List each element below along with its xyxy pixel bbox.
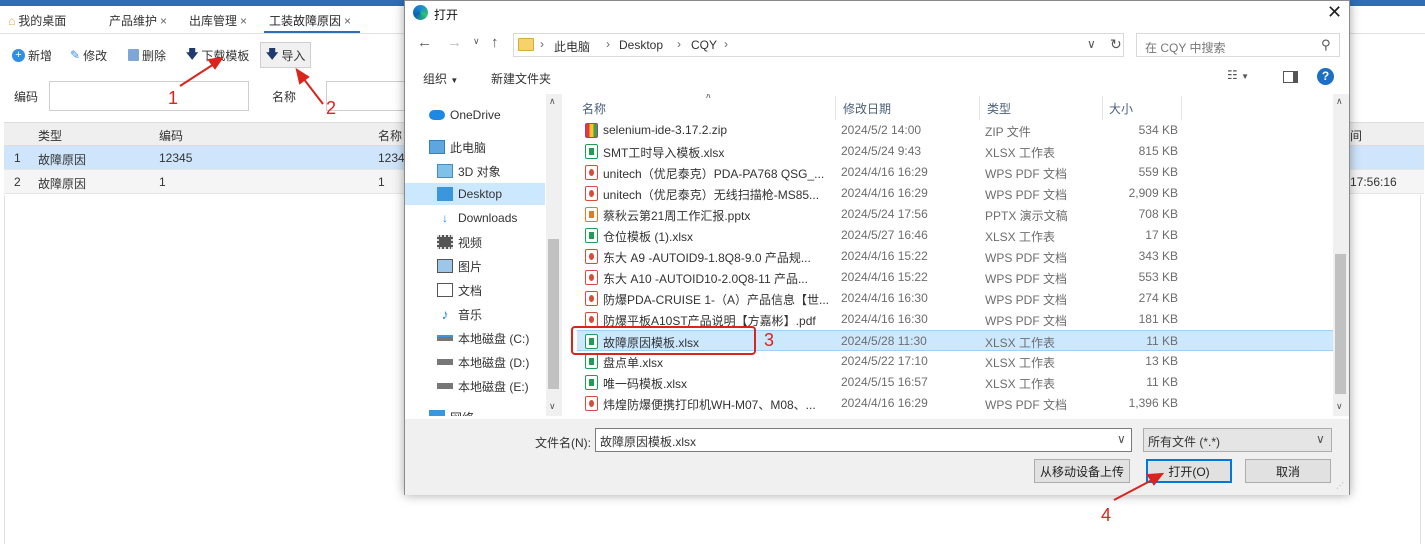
annotation-arrow — [1113, 479, 1153, 501]
annotation-arrowhead — [1146, 472, 1165, 486]
annotation-overlay — [179, 56, 1165, 501]
annotation-highlight-box — [571, 326, 756, 355]
app-root: ⌂ 我的桌面 产品维护 × 出库管理 × 工装故障原因 × + 新增 ✎ 修改 删除 🡇 下载… — [0, 0, 1425, 544]
annotation-arrow — [179, 63, 215, 87]
annotation-number: 4 — [1101, 505, 1112, 525]
annotation-number: 2 — [326, 98, 337, 118]
annotation-number: 3 — [764, 330, 775, 350]
annotation-number: 1 — [168, 88, 179, 108]
annotation-arrow — [302, 77, 324, 105]
